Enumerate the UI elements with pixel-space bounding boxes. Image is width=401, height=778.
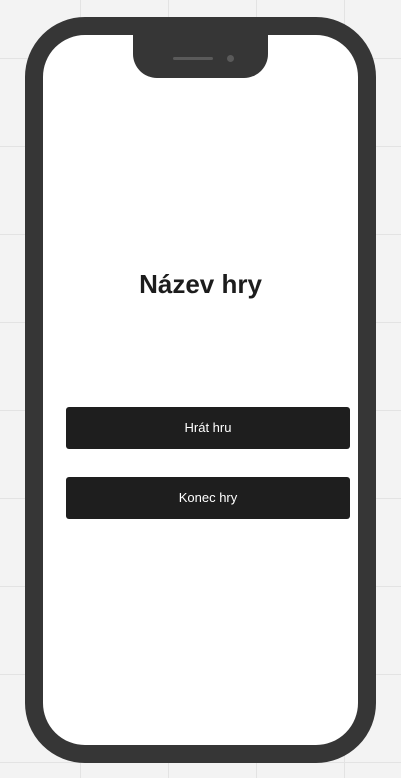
quit-game-button[interactable]: Konec hry	[66, 477, 350, 519]
game-title: Název hry	[139, 269, 262, 299]
phone-frame: Název hry Hrát hru Konec hry	[25, 17, 376, 763]
game-menu-screen: Název hry Hrát hru Konec hry	[43, 35, 358, 745]
play-game-button[interactable]: Hrát hru	[66, 407, 350, 449]
